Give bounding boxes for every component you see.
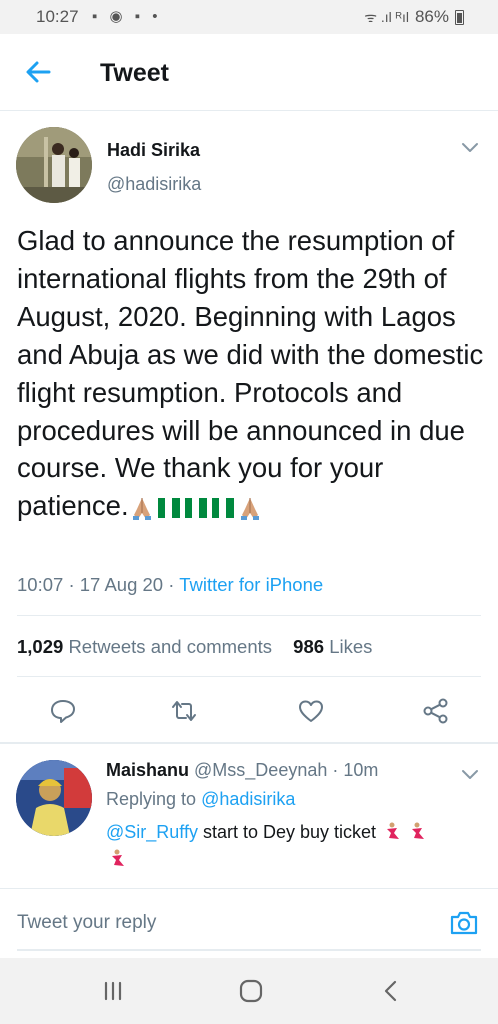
notification-icons: ▪ ◉ ▪ • bbox=[92, 8, 162, 25]
author-name[interactable]: Hadi Sirika bbox=[107, 140, 200, 161]
camera-button[interactable] bbox=[448, 907, 480, 939]
recent-apps-button[interactable] bbox=[98, 978, 128, 1004]
reply-button[interactable] bbox=[48, 696, 78, 726]
back-button[interactable] bbox=[22, 56, 54, 88]
reply-author-handle[interactable]: @Mss_Deeynah bbox=[194, 760, 327, 780]
flag-nigeria-icon bbox=[157, 498, 180, 519]
tweet-source-link[interactable]: Twitter for iPhone bbox=[179, 574, 323, 595]
reply-time: · 10m bbox=[332, 760, 379, 780]
dancer-icon bbox=[112, 849, 124, 866]
flag-nigeria-icon bbox=[184, 498, 207, 519]
status-time: 10:27 bbox=[36, 7, 79, 26]
reply-body: start to Dey buy ticket bbox=[197, 822, 377, 842]
chevron-down-icon bbox=[462, 143, 478, 152]
share-icon bbox=[423, 698, 448, 724]
retweet-icon bbox=[172, 701, 196, 721]
heart-icon bbox=[299, 700, 323, 722]
reply-author-name[interactable]: Maishanu bbox=[106, 760, 189, 780]
action-bar bbox=[0, 688, 498, 736]
folded-hands-icon bbox=[240, 498, 259, 521]
folded-hands-icon bbox=[132, 498, 151, 521]
flag-nigeria-icon bbox=[211, 498, 234, 519]
status-bar: 10:27 ▪ ◉ ▪ • ᯤ .ıl ᴿıl 86% bbox=[0, 0, 498, 34]
meta-separator: · bbox=[168, 574, 175, 595]
emoji-row bbox=[129, 495, 263, 521]
dancer-icon bbox=[387, 822, 400, 839]
reply-menu-button[interactable] bbox=[460, 768, 480, 782]
page-title: Tweet bbox=[100, 59, 169, 87]
tweet-menu-button[interactable] bbox=[460, 141, 480, 155]
likes-count: 986 bbox=[293, 636, 325, 657]
dancer-icon bbox=[412, 822, 425, 839]
input-underline bbox=[17, 949, 481, 951]
back-nav-button[interactable] bbox=[376, 978, 406, 1004]
avatar-photo bbox=[16, 127, 92, 203]
camera-icon bbox=[450, 911, 478, 935]
system-nav-bar bbox=[0, 958, 498, 1024]
signal-icon: ᯤ .ıl ᴿıl bbox=[364, 8, 409, 25]
chevron-down-icon bbox=[462, 770, 478, 779]
app-header: Tweet bbox=[0, 34, 498, 111]
replying-to: Replying to @hadisirika bbox=[106, 789, 295, 810]
tweet-stats: 1,029 Retweets and comments 986 Likes bbox=[17, 636, 372, 658]
replying-label: Replying to bbox=[106, 789, 197, 809]
tweet-author: Hadi Sirika @hadisirika bbox=[0, 111, 498, 211]
tweet-time: 10:07 bbox=[17, 574, 64, 595]
reply-avatar[interactable] bbox=[16, 760, 92, 836]
reply-tweet[interactable]: Maishanu @Mss_Deeynah · 10m Replying to … bbox=[0, 744, 498, 886]
reply-input[interactable] bbox=[17, 905, 427, 941]
tweet-date: 17 Aug 20 bbox=[79, 574, 164, 595]
likes-stat[interactable]: 986 Likes bbox=[293, 636, 372, 657]
reply-text: @Sir_Ruffy start to Dey buy ticket bbox=[106, 819, 476, 873]
status-right: ᯤ .ıl ᴿıl 86% bbox=[364, 7, 464, 27]
divider bbox=[17, 615, 481, 616]
retweet-button[interactable] bbox=[169, 696, 199, 726]
author-handle[interactable]: @hadisirika bbox=[107, 174, 201, 195]
arrow-left-icon bbox=[26, 61, 51, 83]
retweets-label: Retweets and comments bbox=[68, 636, 273, 657]
avatar-photo bbox=[16, 760, 92, 836]
retweets-count: 1,029 bbox=[17, 636, 64, 657]
reply-header: Maishanu @Mss_Deeynah · 10m bbox=[106, 760, 378, 781]
author-avatar[interactable] bbox=[16, 127, 92, 203]
meta-separator: · bbox=[68, 574, 75, 595]
share-button[interactable] bbox=[421, 696, 451, 726]
tweet-text: Glad to announce the resumption of inter… bbox=[17, 222, 487, 525]
replying-to-link[interactable]: @hadisirika bbox=[201, 789, 295, 809]
retweets-stat[interactable]: 1,029 Retweets and comments bbox=[17, 636, 272, 657]
home-button[interactable] bbox=[236, 978, 266, 1004]
reply-icon bbox=[51, 700, 75, 723]
home-icon bbox=[239, 979, 263, 1003]
battery-icon bbox=[455, 9, 464, 25]
back-icon bbox=[384, 980, 397, 1002]
recent-apps-icon bbox=[104, 981, 122, 1001]
tweet-meta: 10:07 · 17 Aug 20 · Twitter for iPhone bbox=[17, 574, 323, 596]
battery-percent: 86% bbox=[414, 7, 449, 26]
like-button[interactable] bbox=[296, 696, 326, 726]
reply-mention-link[interactable]: @Sir_Ruffy bbox=[106, 822, 198, 842]
tweet-body: Glad to announce the resumption of inter… bbox=[17, 225, 484, 522]
reply-compose-bar bbox=[0, 888, 498, 958]
likes-label: Likes bbox=[329, 636, 373, 657]
divider bbox=[17, 676, 481, 677]
